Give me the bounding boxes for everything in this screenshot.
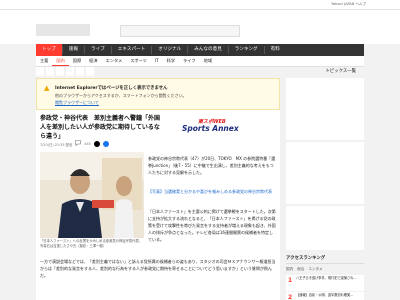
primary-nav: トップ 速報 ライブ エキスパート オリジナル みんなの意見 ランキング 有料 bbox=[36, 44, 364, 56]
nav-item-opinion[interactable]: みんなの意見 bbox=[188, 44, 228, 56]
ranking-title: アクセスランキング bbox=[286, 254, 364, 264]
category-local[interactable]: 地域 bbox=[200, 56, 216, 66]
ranking-tab[interactable]: 国内 bbox=[286, 265, 293, 274]
category-entertainment[interactable]: エンタメ bbox=[102, 56, 127, 66]
ranking-tab[interactable]: エンタメ bbox=[308, 265, 322, 274]
media-logo[interactable]: 東スポWEB Sports Annex bbox=[182, 118, 252, 138]
article-paragraph: 参政党の神谷宗幣代表（47）が20日、TOKYO MX の参院選特番「選挙Jun… bbox=[148, 156, 276, 175]
comment-icon[interactable] bbox=[75, 140, 82, 148]
ranking-text: 八王子ひき逃げ事件、現行犯で逮捕され… bbox=[296, 276, 357, 280]
category-international[interactable]: 国際 bbox=[69, 56, 85, 66]
ie-warning-body: 他のブラウザーからアクセスするか、スマートフォンから閲覧ください。 bbox=[55, 93, 187, 98]
ranking-tab[interactable]: 総合 bbox=[297, 265, 304, 274]
article-photo[interactable] bbox=[40, 152, 144, 238]
ranking-number: 1 bbox=[288, 277, 293, 284]
ranking-item[interactable]: 1 八王子ひき逃げ事件、現行犯で逮捕され… bbox=[286, 275, 364, 291]
ranking-text: 【速報】自民・公明、過半数割れ確実… bbox=[296, 293, 354, 297]
ranking-tabs: 国内 総合 エンタメ bbox=[286, 265, 364, 274]
ranking-item[interactable]: 2 【速報】自民・公明、過半数割れ確実… bbox=[286, 292, 364, 300]
category-it[interactable]: IT bbox=[151, 56, 163, 66]
category-main[interactable]: 主要 bbox=[36, 56, 52, 66]
x-share-icon[interactable] bbox=[93, 141, 100, 147]
sub-nav-item[interactable] bbox=[56, 67, 64, 76]
photo-caption: 「日本人ファースト」への反響をかみしめる参政党の神谷宗幣代表、写真右は当選したさ… bbox=[40, 239, 143, 248]
media-logo-main: Sports Annex bbox=[182, 124, 239, 133]
nav-item-ranking[interactable]: ランキング bbox=[229, 44, 264, 56]
sub-nav-item[interactable] bbox=[86, 67, 94, 76]
sidebar: アクセスランキング 国内 総合 エンタメ 1 八王子ひき逃げ事件、現行犯で逮捕さ… bbox=[286, 78, 364, 300]
sub-nav-item[interactable] bbox=[66, 67, 74, 76]
topics-list-link[interactable]: トピックス一覧 bbox=[325, 67, 356, 76]
header bbox=[0, 10, 400, 44]
nav-item-expert[interactable]: エキスパート bbox=[112, 44, 151, 56]
sub-nav: トピックス一覧 bbox=[36, 67, 364, 77]
article-paragraph: 「日本人ファースト」を主要公約に掲げて選挙戦をスタートした。次第に支持が拡大する… bbox=[148, 209, 276, 242]
category-economy[interactable]: 経済 bbox=[85, 56, 101, 66]
article: ▲ Internet Explorerではページを正しく表示できません 他のブラ… bbox=[36, 78, 280, 300]
sub-nav-item[interactable] bbox=[76, 67, 84, 76]
category-sports[interactable]: スポーツ bbox=[126, 56, 151, 66]
nav-item-top[interactable]: トップ bbox=[36, 44, 62, 56]
ad-slot[interactable] bbox=[286, 142, 364, 204]
article-headline: 参政党・神谷代表 差別主義者へ警鐘「外国人を差別したい人が参政党に期待しているな… bbox=[40, 115, 161, 140]
article-meta: 7/20(日) 21:35 配信 445 bbox=[40, 140, 109, 148]
ie-browser-link[interactable]: 閲覧ブラウザーについて bbox=[55, 100, 99, 106]
ad-slot[interactable] bbox=[286, 206, 364, 250]
ie-warning-banner: ▲ Internet Explorerではページを正しく表示できません 他のブラ… bbox=[36, 78, 280, 110]
comment-count[interactable]: 445 bbox=[84, 142, 90, 146]
sub-nav-item[interactable] bbox=[36, 67, 44, 76]
category-nav: 主要 国内 国際 経済 エンタメ スポーツ IT 科学 ライフ 地域 bbox=[36, 56, 364, 67]
nav-item-original[interactable]: オリジナル bbox=[152, 44, 187, 56]
ranking-number: 2 bbox=[288, 294, 293, 300]
warning-icon: ▲ bbox=[44, 84, 50, 92]
ad-slot[interactable] bbox=[286, 78, 364, 140]
utility-links[interactable]: Yahoo! JAPAN ヘルプ bbox=[331, 2, 366, 7]
publish-date: 7/20(日) 21:35 配信 bbox=[40, 142, 73, 147]
nav-item-paid[interactable]: 有料 bbox=[265, 44, 286, 56]
site-logo[interactable] bbox=[36, 24, 90, 36]
nav-item-breaking[interactable]: 速報 bbox=[63, 44, 84, 56]
related-photo-link[interactable]: 【写真】当選確実と分かるや喜びを噛みしめる参政党の神谷宗幣代表 bbox=[148, 188, 276, 195]
ie-warning-title: Internet Explorerではページを正しく表示できません bbox=[55, 86, 168, 91]
search-input[interactable] bbox=[120, 25, 240, 37]
top-utility-bar: Yahoo! JAPAN ヘルプ bbox=[0, 0, 400, 10]
sub-nav-item[interactable] bbox=[46, 67, 54, 76]
facebook-share-icon[interactable] bbox=[102, 141, 109, 147]
category-life[interactable]: ライフ bbox=[179, 56, 200, 66]
nav-item-live[interactable]: ライブ bbox=[85, 44, 111, 56]
article-paragraph: 一方で演説会場などでは、「差別主義ではない」と訴える党所属の候補者らの姿もあり、… bbox=[40, 259, 276, 278]
category-domestic[interactable]: 国内 bbox=[52, 56, 69, 66]
category-science[interactable]: 科学 bbox=[163, 56, 179, 66]
